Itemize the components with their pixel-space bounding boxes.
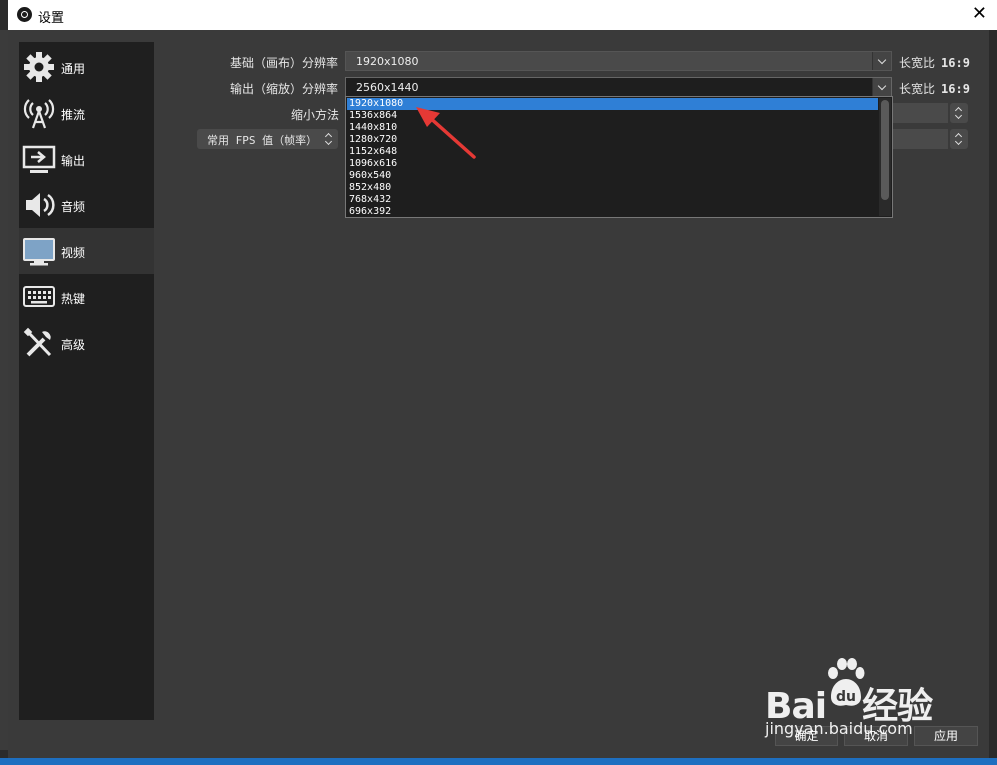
sidebar-item-label: 通用	[61, 62, 86, 76]
sidebar-item-stream[interactable]: 推流	[19, 90, 154, 136]
monitor-icon	[23, 238, 55, 266]
aspect-ratio-output: 长宽比 16:9	[899, 80, 970, 97]
baidu-watermark: Bai 经验 du jingyan.baidu.com	[765, 657, 945, 742]
aspect-ratio-value: 16:9	[941, 82, 970, 96]
sidebar-item-hotkeys[interactable]: 热键	[19, 274, 154, 320]
title-bar: 设置 ✕	[8, 0, 997, 30]
scrollbar-thumb[interactable]	[881, 100, 889, 200]
aspect-ratio-base: 长宽比 16:9	[899, 54, 970, 71]
dropdown-option[interactable]: 960x540	[347, 170, 878, 182]
sidebar-item-label: 推流	[61, 108, 86, 122]
close-icon[interactable]: ✕	[972, 4, 987, 24]
fps-type-label: 常用 FPS 值（帧率）	[207, 134, 318, 147]
sidebar: 通用 推流 输出 音频 视频 热键 高级	[19, 42, 154, 720]
keyboard-icon	[23, 286, 55, 307]
aspect-ratio-label: 长宽比	[899, 82, 936, 96]
obs-logo-icon	[17, 7, 32, 22]
watermark-url: jingyan.baidu.com	[765, 719, 913, 738]
fps-type-combo[interactable]: 常用 FPS 值（帧率）	[197, 129, 337, 149]
downscale-filter-label: 缩小方法	[291, 108, 340, 122]
sidebar-item-advanced[interactable]: 高级	[19, 320, 154, 366]
downscale-filter-combo[interactable]	[893, 103, 948, 123]
annotation-arrow-icon	[416, 107, 476, 159]
sidebar-item-label: 热键	[61, 292, 86, 306]
dropdown-option[interactable]: 852x480	[347, 182, 878, 194]
window-title: 设置	[38, 11, 65, 26]
dropdown-option[interactable]: 696x392	[347, 206, 878, 218]
sidebar-item-general[interactable]: 通用	[19, 44, 154, 90]
chevron-down-icon[interactable]	[872, 78, 891, 96]
sidebar-item-label: 音频	[61, 200, 86, 214]
fps-type-spinner[interactable]	[320, 129, 338, 149]
sidebar-item-video[interactable]: 视频	[19, 228, 154, 274]
fps-value-spinner[interactable]	[950, 129, 968, 149]
svg-text:du: du	[836, 689, 856, 705]
output-resolution-value: 2560x1440	[356, 81, 419, 94]
aspect-ratio-value: 16:9	[941, 56, 970, 70]
base-resolution-label: 基础（画布）分辨率	[230, 56, 339, 70]
window-edge	[989, 30, 997, 765]
tools-icon	[23, 327, 52, 357]
fps-value-field[interactable]	[893, 129, 948, 149]
monitor-output-icon	[22, 145, 56, 173]
sidebar-item-output[interactable]: 输出	[19, 136, 154, 182]
output-resolution-combo[interactable]: 2560x1440	[345, 77, 892, 97]
sidebar-item-label: 视频	[61, 246, 86, 260]
base-resolution-combo[interactable]: 1920x1080	[345, 51, 892, 71]
dropdown-option[interactable]: 768x432	[347, 194, 878, 206]
aspect-ratio-label: 长宽比	[899, 56, 936, 70]
taskbar-strip	[0, 758, 997, 765]
base-resolution-value: 1920x1080	[356, 55, 419, 68]
downscale-spinner[interactable]	[950, 103, 968, 123]
paw-icon: du	[828, 658, 865, 706]
speaker-icon	[26, 193, 55, 217]
output-resolution-label: 输出（缩放）分辨率	[230, 82, 339, 96]
antenna-icon	[23, 99, 55, 129]
sidebar-item-label: 输出	[61, 154, 86, 168]
sidebar-item-audio[interactable]: 音频	[19, 182, 154, 228]
gear-icon	[24, 52, 54, 82]
background-window-strip	[0, 30, 8, 750]
sidebar-item-label: 高级	[61, 338, 86, 352]
dropdown-scrollbar[interactable]	[879, 98, 891, 216]
chevron-down-icon[interactable]	[872, 52, 891, 70]
